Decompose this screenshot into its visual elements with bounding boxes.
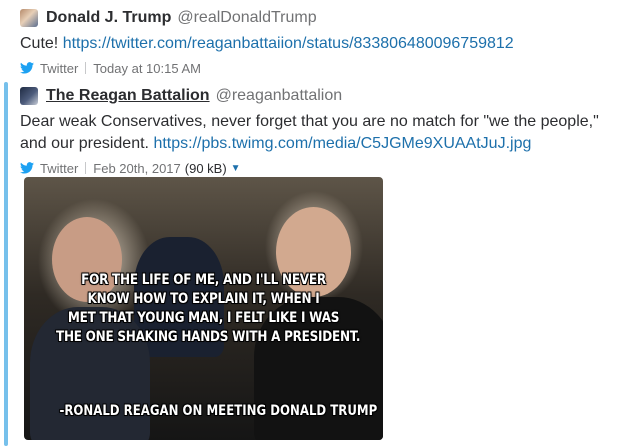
author-row: Donald J. Trump @realDonaldTrump — [20, 6, 620, 30]
twitter-bird-icon — [20, 62, 34, 74]
caret-down-icon[interactable]: ▼ — [231, 163, 241, 174]
caption-attribution: -RONALD REAGAN ON MEETING DONALD TRUMP — [59, 403, 378, 419]
tweet-link[interactable]: https://twitter.com/reaganbattaiion/stat… — [63, 35, 514, 52]
timestamp[interactable]: Feb 20th, 2017 — [93, 161, 180, 176]
attachment-meta: Twitter Feb 20th, 2017 (90 kB) ▼ — [20, 158, 620, 178]
service-name[interactable]: Twitter — [40, 161, 78, 176]
avatar[interactable] — [20, 87, 38, 105]
caption-line: MET THAT YOUNG MAN, I FELT LIKE I WAS — [67, 310, 340, 326]
image-caption: FOR THE LIFE OF ME, AND I'LL NEVER KNOW … — [32, 271, 375, 347]
caption-line: FOR THE LIFE OF ME, AND I'LL NEVER — [81, 272, 326, 288]
service-name[interactable]: Twitter — [40, 61, 78, 76]
twitter-bird-icon — [20, 162, 34, 174]
author-handle: @reaganbattalion — [215, 87, 343, 104]
timestamp[interactable]: Today at 10:15 AM — [93, 61, 201, 76]
attached-image[interactable]: FOR THE LIFE OF ME, AND I'LL NEVER KNOW … — [24, 177, 383, 440]
attachment-meta: Twitter Today at 10:15 AM — [20, 58, 620, 78]
caption-line: THE ONE SHAKING HANDS WITH A PRESIDENT. — [56, 329, 361, 345]
message-reagan-battalion: The Reagan Battalion @reaganbattalion De… — [20, 84, 620, 178]
author-row: The Reagan Battalion @reaganbattalion — [20, 84, 620, 108]
message-trump: Donald J. Trump @realDonaldTrump Cute! h… — [20, 6, 620, 78]
image-link[interactable]: https://pbs.twimg.com/media/C5JGMe9XUAAt… — [153, 135, 531, 152]
message-text: Cute! https://twitter.com/reaganbattaiio… — [20, 33, 620, 55]
attachment-rail — [4, 82, 8, 446]
avatar[interactable] — [20, 9, 38, 27]
author-handle: @realDonaldTrump — [177, 9, 317, 26]
meta-divider — [85, 162, 87, 174]
message-text: Dear weak Conservatives, never forget th… — [20, 111, 620, 155]
meta-divider — [85, 62, 87, 74]
message-body: Cute! — [20, 35, 59, 52]
author-name[interactable]: The Reagan Battalion — [46, 87, 210, 105]
author-name[interactable]: Donald J. Trump — [46, 9, 171, 27]
file-size: (90 kB) — [184, 160, 227, 176]
caption-line: KNOW HOW TO EXPLAIN IT, WHEN I — [87, 291, 320, 307]
